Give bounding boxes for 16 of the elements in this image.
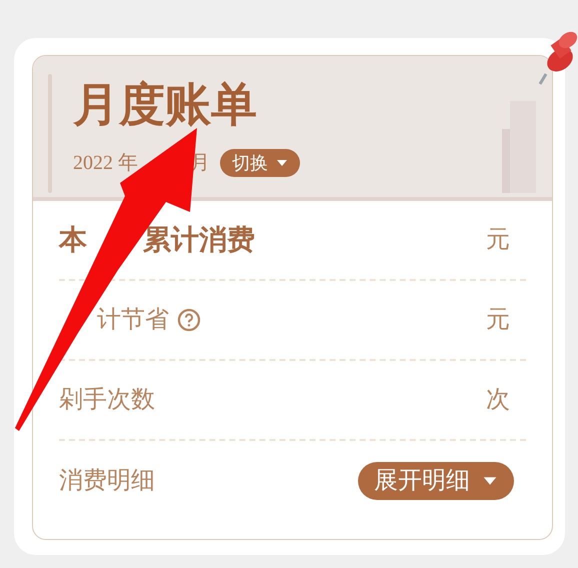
unit-label: 元	[486, 225, 510, 255]
row-label: 累计消费	[143, 223, 255, 257]
unit-label: 次	[486, 385, 510, 415]
row-label: 剁手次数	[59, 385, 155, 415]
row-label: 本	[59, 224, 87, 255]
year-label: 2022 年	[73, 151, 138, 176]
pushpin-icon	[538, 30, 578, 86]
expand-details-button[interactable]: 展开明细	[358, 462, 514, 500]
caret-icon	[276, 159, 288, 167]
row-label: 计节省	[97, 305, 169, 335]
row-label: 消费明细	[59, 466, 155, 496]
unit-label: 元	[486, 305, 510, 335]
switch-button[interactable]: 切换	[220, 149, 300, 177]
help-icon[interactable]	[177, 308, 201, 332]
caret-icon	[482, 476, 498, 486]
page-title: 月度账单	[73, 77, 258, 132]
